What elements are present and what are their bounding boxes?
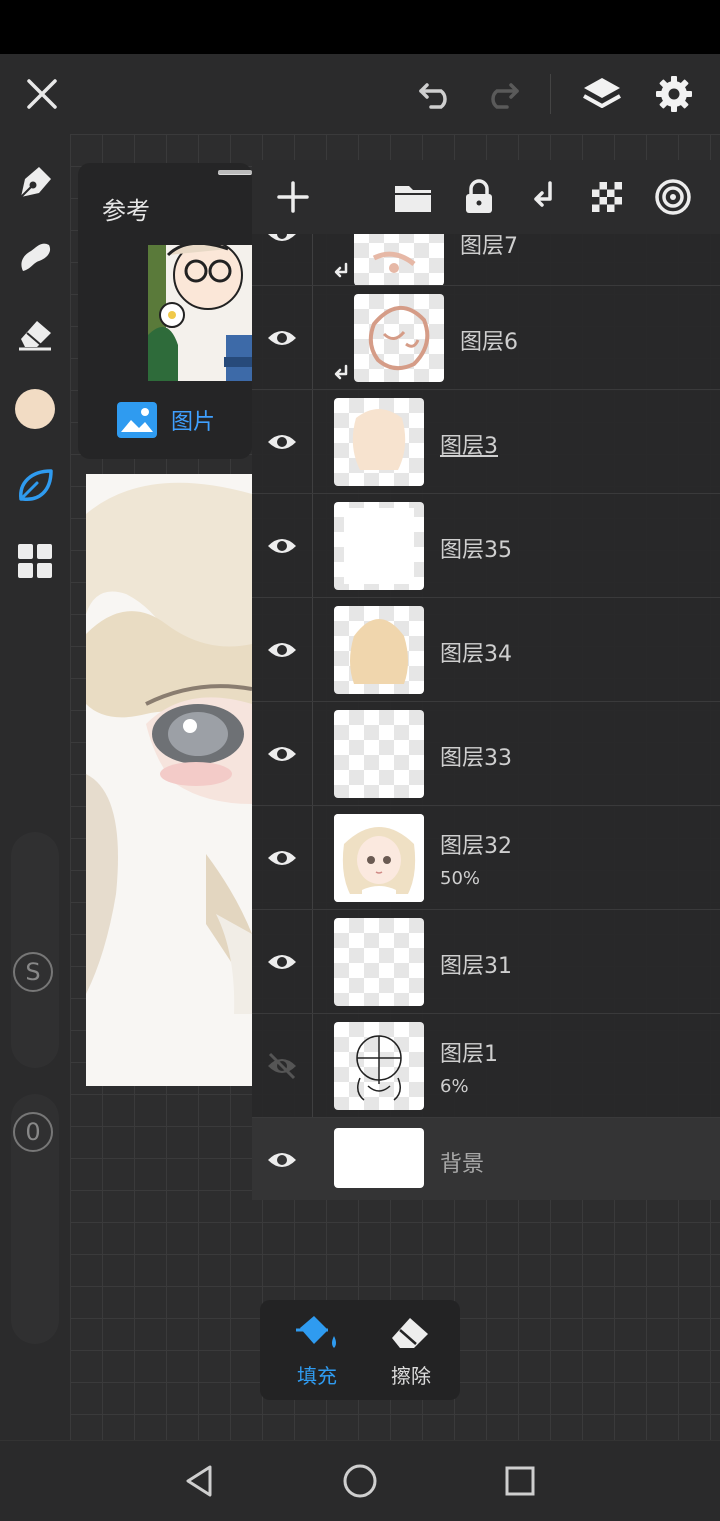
- layer-name: 图层34: [440, 642, 512, 667]
- fill-button[interactable]: 填充: [272, 1312, 362, 1392]
- top-toolbar: [0, 54, 720, 134]
- artwork-preview: [86, 474, 252, 1086]
- eye-icon[interactable]: [266, 234, 298, 250]
- target-icon[interactable]: [650, 174, 696, 220]
- add-layer-icon[interactable]: [270, 174, 316, 220]
- reference-title: 参考: [102, 197, 150, 225]
- layer-row-7[interactable]: 图层7: [252, 234, 720, 286]
- redo-icon[interactable]: [478, 72, 524, 116]
- layer-thumbnail: [334, 606, 424, 694]
- eraser-icon: [392, 1318, 428, 1348]
- color-swatch[interactable]: [12, 386, 58, 432]
- leaf-brush-icon[interactable]: [12, 462, 58, 508]
- undo-icon[interactable]: [414, 72, 460, 116]
- reference-image-tab[interactable]: 图片: [78, 381, 252, 459]
- layer-name: 图层3: [440, 434, 498, 459]
- layer-thumbnail: [334, 918, 424, 1006]
- erase-button[interactable]: 擦除: [366, 1312, 456, 1392]
- transparency-lock-icon[interactable]: [584, 174, 630, 220]
- grid-icon[interactable]: [12, 538, 58, 584]
- eye-hidden-icon[interactable]: [266, 1050, 298, 1082]
- fill-erase-popup: 填充 擦除: [260, 1300, 460, 1400]
- status-bar: [0, 0, 720, 54]
- paint-bucket-icon: [296, 1316, 336, 1348]
- opacity-slider-label: 0: [25, 1118, 41, 1146]
- eye-icon[interactable]: [266, 738, 298, 770]
- layer-thumbnail: [334, 1128, 424, 1188]
- fill-label: 填充: [297, 1364, 337, 1388]
- layer-name: 图层31: [440, 954, 512, 979]
- system-nav-bar: [0, 1440, 720, 1521]
- layer-row-34[interactable]: 图层34: [252, 598, 720, 702]
- size-slider-knob[interactable]: S: [13, 952, 53, 992]
- clipping-mask-icon[interactable]: [520, 174, 566, 220]
- reference-image-label: 图片: [170, 410, 215, 435]
- layer-row-35[interactable]: 图层35: [252, 494, 720, 598]
- eye-icon[interactable]: [266, 322, 298, 354]
- layer-name: 背景: [440, 1152, 485, 1177]
- eye-icon[interactable]: [266, 842, 298, 874]
- reference-panel[interactable]: 参考 图片: [78, 163, 252, 459]
- layer-opacity: 6%: [440, 1076, 469, 1097]
- folder-icon[interactable]: [390, 174, 436, 220]
- layer-name: 图层1: [440, 1042, 498, 1067]
- erase-label: 擦除: [391, 1364, 431, 1388]
- lock-icon[interactable]: [456, 174, 502, 220]
- layer-thumbnail: [354, 294, 444, 382]
- home-icon[interactable]: [338, 1459, 382, 1503]
- layer-opacity: 50%: [440, 868, 481, 889]
- layer-name: 图层32: [440, 834, 512, 859]
- layer-thumbnail: [334, 398, 424, 486]
- layer-row-33[interactable]: 图层33: [252, 702, 720, 806]
- eye-icon[interactable]: [266, 1144, 298, 1176]
- recents-icon[interactable]: [498, 1459, 542, 1503]
- eye-icon[interactable]: [266, 634, 298, 666]
- opacity-slider[interactable]: 0: [11, 1094, 59, 1344]
- layer-thumbnail: [334, 710, 424, 798]
- eye-icon[interactable]: [266, 530, 298, 562]
- layer-row-31[interactable]: 图层31: [252, 910, 720, 1014]
- layer-name: 图层33: [440, 746, 512, 771]
- layer-name: 图层35: [440, 538, 512, 563]
- eye-icon[interactable]: [266, 426, 298, 458]
- back-icon[interactable]: [178, 1459, 222, 1503]
- opacity-slider-knob[interactable]: 0: [13, 1112, 53, 1152]
- layer-thumbnail: [334, 1022, 424, 1110]
- clip-mask-icon: [334, 262, 348, 278]
- eraser-icon[interactable]: [12, 310, 58, 356]
- layer-row-32[interactable]: 图层32 50%: [252, 806, 720, 910]
- brush-size-slider[interactable]: S: [11, 832, 59, 1068]
- layer-thumbnail: [354, 234, 444, 285]
- eye-icon[interactable]: [266, 946, 298, 978]
- layer-toolbar: [218, 160, 720, 234]
- toolbar-divider: [550, 74, 551, 114]
- layer-thumbnail: [334, 814, 424, 902]
- size-slider-label: S: [25, 958, 41, 986]
- reference-image: [148, 245, 252, 381]
- layer-name: 图层7: [460, 234, 518, 259]
- close-icon[interactable]: [20, 72, 64, 116]
- image-icon: [116, 402, 157, 438]
- layer-row-background[interactable]: 背景: [252, 1118, 720, 1200]
- layer-row-6[interactable]: 图层6: [252, 286, 720, 390]
- left-toolbar: S 0: [0, 134, 70, 1440]
- gear-icon[interactable]: [650, 70, 698, 118]
- clip-mask-icon: [334, 364, 348, 380]
- smudge-icon[interactable]: [12, 234, 58, 280]
- layer-row-3[interactable]: 图层3: [252, 390, 720, 494]
- layer-row-1[interactable]: 图层1 6%: [252, 1014, 720, 1118]
- layer-name: 图层6: [460, 330, 518, 355]
- pen-icon[interactable]: [12, 160, 58, 206]
- layers-icon[interactable]: [578, 70, 626, 118]
- layer-thumbnail: [334, 502, 424, 590]
- layers-panel: 图层7 图层6 图层3 图层35 图层34 图层33 图层32 50% 图层31…: [218, 160, 720, 1200]
